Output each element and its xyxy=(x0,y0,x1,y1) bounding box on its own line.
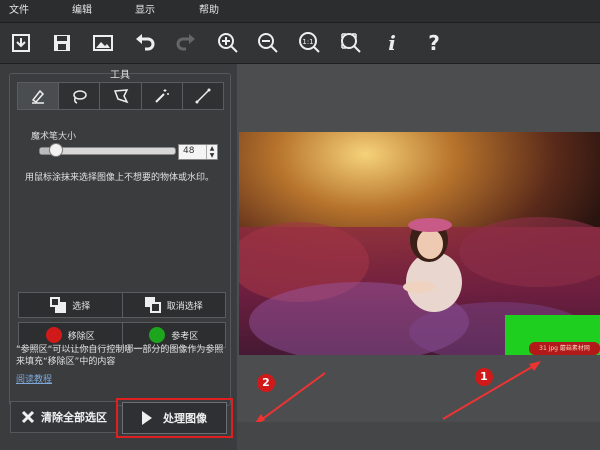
lasso-tool-tab[interactable] xyxy=(59,83,101,109)
clear-all-selections-button[interactable]: 清除全部选区 xyxy=(10,401,118,433)
brush-size-label: 魔术笔大小 xyxy=(31,132,77,142)
remove-area-icon xyxy=(45,327,62,343)
help-icon[interactable]: ? xyxy=(420,29,448,57)
stepper-up-icon[interactable]: ▲ xyxy=(207,145,217,152)
menu-bar: 文件 编辑 显示 帮助 xyxy=(0,0,600,23)
deselect-icon xyxy=(144,297,161,313)
reference-hint: “参照区”可以让你自行控制哪一部分的图像作为参照来填充“移除区”中的内容 xyxy=(16,345,224,367)
brush-size-slider[interactable] xyxy=(39,143,176,157)
annotation-badge-1: 1 xyxy=(475,368,493,386)
menu-help[interactable]: 帮助 xyxy=(199,0,219,22)
fit-icon[interactable] xyxy=(337,29,365,57)
reference-area-icon xyxy=(149,327,166,343)
menu-edit[interactable]: 编辑 xyxy=(72,0,92,22)
actual-size-label: 1:1 xyxy=(302,38,313,46)
toolbar: 1:1 i ? xyxy=(0,23,600,64)
annotation-arrows xyxy=(253,361,541,426)
status-strip xyxy=(237,422,600,450)
process-image-button[interactable]: 处理图像 xyxy=(122,402,227,434)
tools-title: 工具 xyxy=(110,70,130,81)
selection-row: 选择 取消选择 xyxy=(18,292,226,318)
menu-view[interactable]: 显示 xyxy=(135,0,155,22)
line-tool-tab[interactable] xyxy=(183,83,223,109)
annotation-badge-2: 2 xyxy=(257,374,275,392)
magic-wand-tool-tab[interactable] xyxy=(142,83,183,109)
save-icon[interactable] xyxy=(48,29,76,57)
menu-file[interactable]: 文件 xyxy=(9,0,29,22)
play-icon xyxy=(142,411,152,425)
reference-area-label: 参考区 xyxy=(171,331,199,342)
polygon-lasso-icon xyxy=(113,89,128,104)
close-icon xyxy=(21,410,35,424)
image-icon[interactable] xyxy=(89,29,117,57)
instruction-text: 用鼠标涂抹来选择图像上不想要的物体或水印。 xyxy=(25,173,215,183)
left-panel: 工具 魔术笔大小 48 ▲ ▼ 用鼠标涂抹来选择图像上不想要的物体或水印。 选择… xyxy=(0,64,236,450)
brush-tool-tab[interactable] xyxy=(18,83,60,109)
zoom-out-icon[interactable] xyxy=(254,29,282,57)
select-button[interactable]: 选择 xyxy=(19,293,123,317)
magic-wand-icon xyxy=(154,89,169,103)
clear-label: 清除全部选区 xyxy=(41,411,107,424)
info-icon[interactable]: i xyxy=(378,29,406,57)
polygon-lasso-tool-tab[interactable] xyxy=(100,83,142,109)
stepper-down-icon[interactable]: ▼ xyxy=(207,152,217,159)
brush-size-value: 48 xyxy=(183,146,195,156)
deselect-button[interactable]: 取消选择 xyxy=(123,293,226,317)
redo-icon[interactable] xyxy=(172,29,200,57)
lasso-icon xyxy=(73,90,88,104)
brush-size-stepper[interactable]: 48 ▲ ▼ xyxy=(178,144,218,160)
remove-area-label: 移除区 xyxy=(67,331,95,342)
deselect-label: 取消选择 xyxy=(166,301,203,312)
zoom-in-icon[interactable] xyxy=(214,29,242,57)
select-label: 选择 xyxy=(72,301,91,312)
select-icon xyxy=(50,297,67,313)
actual-size-icon[interactable]: 1:1 xyxy=(296,29,324,57)
open-icon[interactable] xyxy=(7,29,35,57)
tutorial-link[interactable]: 阅读教程 xyxy=(16,372,52,385)
brush-icon xyxy=(32,89,45,104)
undo-icon[interactable] xyxy=(131,29,159,57)
process-label: 处理图像 xyxy=(163,412,207,425)
stepper-buttons: ▲ ▼ xyxy=(206,145,217,159)
slider-handle[interactable] xyxy=(49,143,64,157)
workspace: 31 jpg 蘑菇素材网 2 1 xyxy=(237,64,600,450)
tool-tabs xyxy=(17,82,224,110)
line-icon xyxy=(195,88,211,104)
